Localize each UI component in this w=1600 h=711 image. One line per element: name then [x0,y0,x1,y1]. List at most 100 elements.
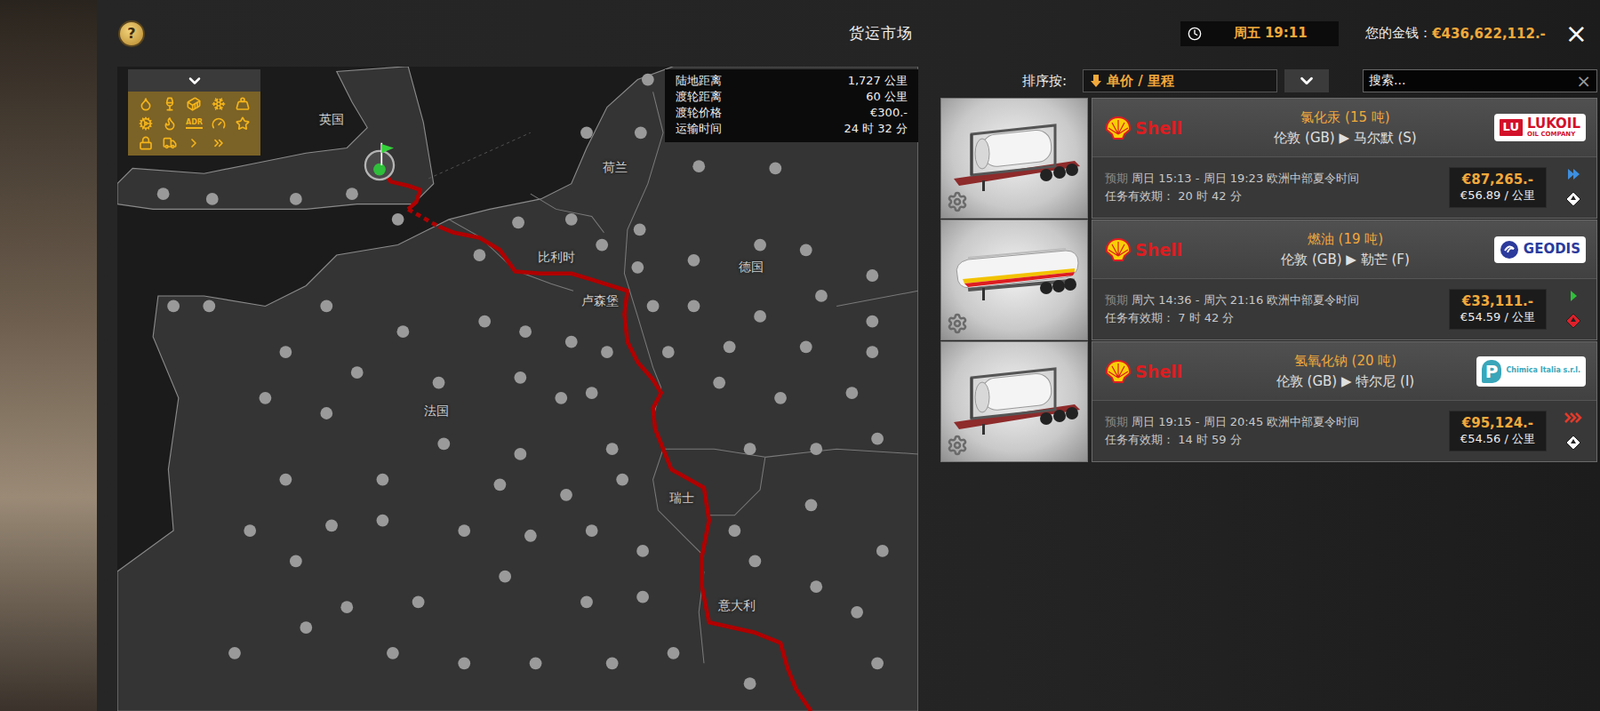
country-label: 荷兰 [602,160,628,176]
clock-icon [1187,26,1202,41]
next-icon[interactable] [186,136,201,151]
secure-icon[interactable] [138,136,153,151]
start-flag-icon[interactable] [365,143,394,180]
trailer-preview [940,97,1088,219]
window-title: 货运市场 [848,23,913,44]
cargo-name: 燃油 (19 吨) [1307,231,1384,248]
price-box: €95,124.-€54.56 / 公里 [1448,410,1547,452]
country-label: 法国 [424,403,449,420]
country-label: 瑞士 [669,490,695,507]
route-info-label: 渡轮距离 [675,88,836,105]
truck-icon[interactable] [162,136,177,151]
hazard-diamond-icon [1565,191,1582,208]
refrigerated-icon[interactable] [211,96,226,112]
job-info: Shell氢氧化钠 (20 吨)伦敦 (GB) ▶ 特尔尼 (I)PChimic… [1091,341,1598,463]
route-info-value: 60 公里 [844,88,908,105]
route-info-value: €300.- [844,104,908,121]
close-button[interactable]: × [1563,20,1590,48]
cargo-name: 氢氧化钠 (20 吨) [1294,352,1397,370]
company-name: LUKOIL [1527,117,1581,132]
cargo-filter: ADR [128,69,261,156]
shell-emblem-icon [1104,359,1132,384]
normal-delivery-icon [1564,289,1583,303]
country-label: 英国 [319,112,344,128]
chevron-down-icon [1296,71,1317,91]
filter-grid: ADR [128,91,261,156]
hazard-diamond-icon [1565,434,1582,451]
shipper-logo: Shell [1104,237,1239,263]
sort-bar: 排序按: 单价 / 里程 搜索...× [940,69,1598,93]
company-sub: OIL COMPANY [1527,131,1581,138]
route-map[interactable]: 英国荷兰比利时卢森堡德国法国瑞士意大利陆地距离1,727 公里渡轮距离60 公里… [117,66,919,711]
company-name: GEODIS [1523,242,1581,257]
freight-market-screen: ? 货运市场 周五 19:11 您的金钱：€436,622,112.- × 英国荷兰比利时… [0,0,1600,711]
company-mark: LU [1499,119,1523,136]
money-label: 您的金钱： [1365,24,1432,42]
price-box: €87,265.-€56.89 / 公里 [1448,167,1547,208]
route-info-value: 1,727 公里 [844,72,908,89]
delivery-window: 预期周日 15:13 - 周日 19:23 欧洲中部夏令时间 [1104,169,1440,188]
container-icon[interactable] [186,96,201,112]
trailer-preview [940,219,1088,341]
heavy-icon[interactable] [235,96,250,112]
trailer-preview [940,341,1088,463]
gear-icon[interactable] [946,191,968,213]
job-list: Shell 氯化汞 (15 吨) 伦敦 (GB) ▶ 马尔默 (S) LU LUKOIL… [940,97,1598,459]
job-validity: 任务有效期： 7 时 42 分 [1104,309,1440,328]
job-route: 伦敦 (GB) ▶ 勒芒 (F) [1280,251,1410,269]
filter-toggle[interactable] [128,69,261,92]
freight-market-panel: ? 货运市场 周五 19:11 您的金钱：€436,622,112.- × 英国荷兰比利时… [96,0,1600,711]
country-label: 卢森堡 [581,293,619,310]
price-box: €33,111.-€54.59 / 公里 [1448,288,1547,330]
favourite-icon[interactable] [235,116,250,131]
sort-label: 排序按: [1022,72,1067,90]
sort-dropdown[interactable]: 单价 / 里程 [1082,69,1278,93]
hazard-diamond-icon [1565,312,1582,329]
country-label: 德国 [738,259,764,276]
adr-filter[interactable]: ADR [185,118,203,129]
cargo-name: 氯化汞 (15 吨) [1300,109,1390,127]
search-field[interactable]: 搜索...× [1362,69,1598,93]
arrow-down-icon [1090,74,1102,88]
gear-icon[interactable] [946,312,968,335]
job-card[interactable]: Shell氢氧化钠 (20 吨)伦敦 (GB) ▶ 特尔尼 (I)PChimic… [940,341,1598,459]
game-time: 周五 19:11 [1180,21,1339,47]
job-card[interactable]: Shell 氯化汞 (15 吨) 伦敦 (GB) ▶ 马尔默 (S) LU LUKOIL… [940,97,1598,216]
fast-delivery-icon [1564,168,1583,181]
chevron-down-icon [185,72,204,90]
job-validity: 任务有效期： 20 时 42 分 [1104,187,1440,206]
shipper-logo: Shell [1104,115,1239,141]
route-info-label: 运输时间 [675,120,836,137]
machinery-icon[interactable] [138,116,153,131]
country-label: 比利时 [537,249,576,266]
company-logo: PChimica Italia s.r.l. [1476,356,1586,387]
fragile-icon[interactable] [162,96,177,112]
delivery-window: 预期周日 19:15 - 周日 20:45 欧洲中部夏令时间 [1104,413,1440,432]
gear-icon[interactable] [946,434,968,456]
sort-toggle-button[interactable] [1284,69,1329,93]
job-route: 伦敦 (GB) ▶ 马尔默 (S) [1273,129,1416,147]
game-backdrop [0,0,97,711]
route-info-label: 渡轮价格 [675,104,836,121]
company-swirl-icon [1499,240,1520,260]
company-logo: GEODIS [1494,236,1586,264]
liquid-icon[interactable] [138,96,153,112]
urgent-delivery-icon [1564,411,1583,424]
search-clear-button[interactable]: × [1576,72,1592,90]
route-info-value: 24 时 32 分 [844,120,908,137]
job-route: 伦敦 (GB) ▶ 特尔尼 (I) [1276,373,1415,391]
speed-icon[interactable] [211,116,226,131]
header-bar: ? 货运市场 周五 19:11 您的金钱：€436,622,112.- × [96,0,1600,67]
money-value: €436,622,112.- [1432,25,1546,42]
help-button[interactable]: ? [118,20,145,48]
job-info: Shell燃油 (19 吨)伦敦 (GB) ▶ 勒芒 (F)GEODIS预期周六… [1091,219,1598,341]
company-name: Chimica Italia s.r.l. [1505,367,1581,375]
job-card[interactable]: Shell燃油 (19 吨)伦敦 (GB) ▶ 勒芒 (F)GEODIS预期周六… [940,219,1598,337]
flammable-icon[interactable] [162,116,177,131]
fast-forward-icon[interactable] [211,136,226,151]
country-label: 意大利 [718,598,756,615]
shell-emblem-icon [1104,115,1132,141]
company-mark: P [1481,360,1503,384]
shell-emblem-icon [1104,237,1132,263]
job-info: Shell 氯化汞 (15 吨) 伦敦 (GB) ▶ 马尔默 (S) LU LUKOIL… [1091,97,1598,219]
